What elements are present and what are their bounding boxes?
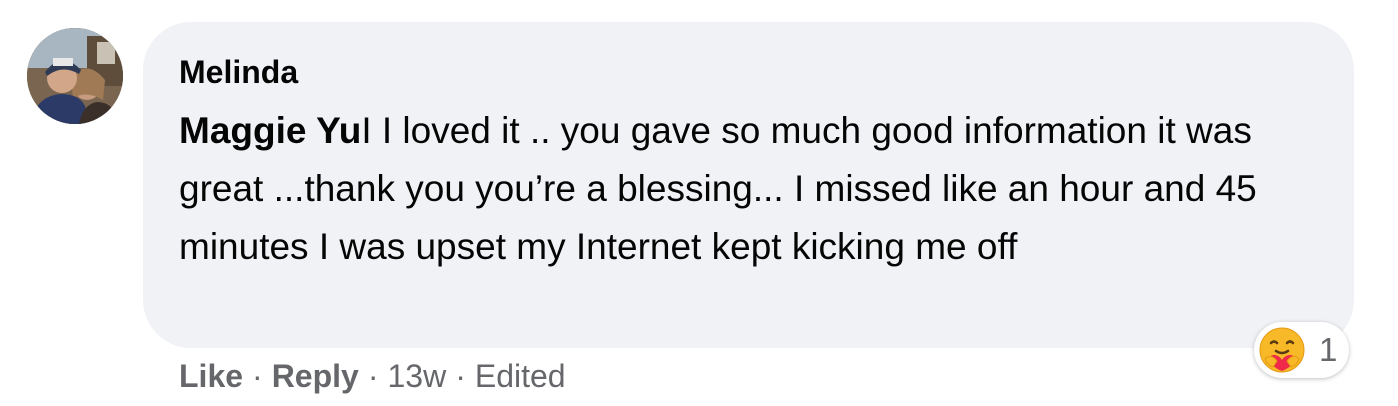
comment-bubble: Melinda Maggie YuI I loved it .. you gav…	[143, 22, 1354, 348]
reply-button[interactable]: Reply	[272, 358, 359, 395]
previous-comment-fragment	[420, 0, 500, 4]
edited-label[interactable]: Edited	[475, 358, 566, 395]
comment-body: Maggie YuI I loved it .. you gave so muc…	[179, 102, 1314, 276]
comment-actions: Like · Reply · 13w · Edited	[179, 354, 566, 398]
comment-container: Melinda Maggie YuI I loved it .. you gav…	[0, 0, 1398, 406]
reaction-count: 1	[1319, 331, 1338, 368]
separator: ·	[455, 357, 466, 394]
avatar-photo	[27, 28, 123, 124]
separator: ·	[367, 357, 379, 394]
reaction-summary[interactable]: 1	[1254, 322, 1349, 378]
avatar[interactable]	[27, 28, 123, 124]
care-emoji-icon	[1259, 327, 1305, 373]
mention-link[interactable]: Maggie Yu	[179, 110, 361, 151]
like-button[interactable]: Like	[179, 358, 243, 395]
separator: ·	[252, 357, 263, 394]
comment-timestamp[interactable]: 13w	[387, 358, 446, 395]
comment-author[interactable]: Melinda	[179, 52, 1318, 92]
